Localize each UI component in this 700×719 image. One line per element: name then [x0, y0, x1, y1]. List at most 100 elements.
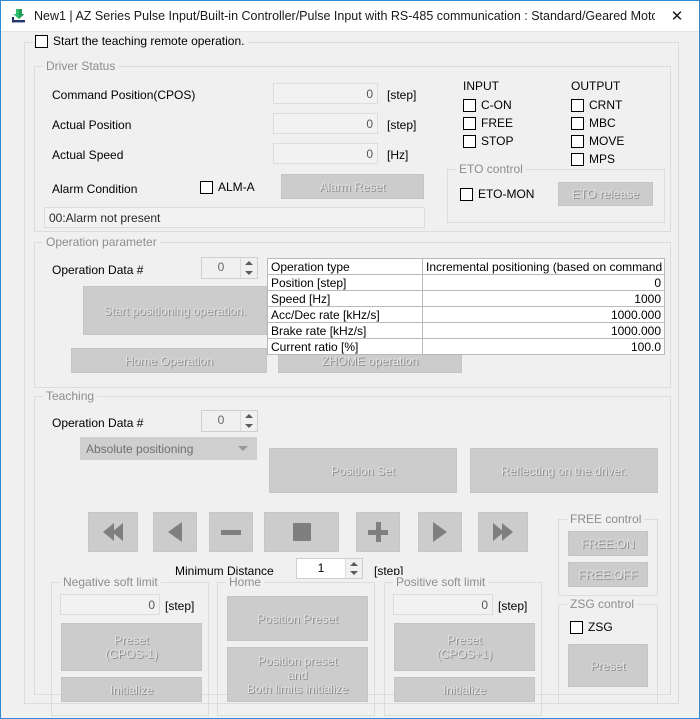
op-param-stepper-down[interactable]: [241, 268, 257, 278]
param-value[interactable]: 1000.000: [423, 323, 665, 339]
eto-control-group: ETO control ETO-MON ETO release: [447, 169, 665, 223]
minus-icon[interactable]: [209, 512, 253, 552]
param-key: Acc/Dec rate [kHz/s]: [268, 307, 423, 323]
title-bar: New1 | AZ Series Pulse Input/Built-in Co…: [1, 1, 699, 32]
zsg-row[interactable]: ZSG: [570, 620, 613, 634]
table-row[interactable]: Current ratio [%] 100.0: [268, 339, 665, 355]
minimum-distance-stepper-up[interactable]: [346, 559, 362, 569]
mbc-checkbox[interactable]: [571, 117, 584, 130]
position-set-button[interactable]: Position Set: [269, 448, 457, 493]
reflect-on-driver-button[interactable]: Reflecting on the driver.: [470, 448, 658, 493]
param-value[interactable]: Incremental positioning (based on comman…: [423, 259, 665, 275]
application-window: New1 | AZ Series Pulse Input/Built-in Co…: [0, 0, 700, 719]
actual-position-field: 0: [273, 113, 378, 134]
negative-soft-limit-preset-button[interactable]: Preset (CPOS-1): [61, 623, 202, 671]
home-operation-button[interactable]: Home Operation: [71, 348, 267, 373]
move-label: MOVE: [589, 134, 624, 148]
param-value[interactable]: 1000.000: [423, 307, 665, 323]
table-row[interactable]: Position [step] 0: [268, 275, 665, 291]
teaching-remote-header[interactable]: Start the teaching remote operation.: [33, 34, 248, 48]
alarm-reset-button[interactable]: Alarm Reset: [281, 174, 424, 199]
output-move-row[interactable]: MOVE: [571, 134, 624, 148]
command-position-label: Command Position(CPOS): [52, 88, 195, 102]
minimum-distance-stepper-buttons[interactable]: [345, 559, 362, 578]
stop-glyph: [293, 523, 311, 541]
fast-forward-icon[interactable]: [478, 512, 528, 552]
minimum-distance-stepper-down[interactable]: [346, 569, 362, 579]
output-crnt-row[interactable]: CRNT: [571, 98, 622, 112]
teaching-data-number-stepper[interactable]: 0: [201, 410, 258, 432]
positive-soft-limit-title: Positive soft limit: [393, 575, 488, 589]
play-icon[interactable]: [418, 512, 462, 552]
alarm-condition-label: Alarm Condition: [52, 182, 137, 196]
alarm-message-field: 00:Alarm not present: [44, 207, 425, 228]
motor-app-icon: [11, 8, 27, 24]
zsg-label: ZSG: [588, 620, 613, 634]
positive-soft-limit-preset-button[interactable]: Preset (CPOS+1): [394, 623, 535, 671]
param-key: Brake rate [kHz/s]: [268, 323, 423, 339]
mps-checkbox[interactable]: [571, 153, 584, 166]
rewind-icon[interactable]: [153, 512, 197, 552]
table-row[interactable]: Acc/Dec rate [kHz/s] 1000.000: [268, 307, 665, 323]
param-value[interactable]: 1000: [423, 291, 665, 307]
param-value[interactable]: 0: [423, 275, 665, 291]
stop-icon[interactable]: [264, 512, 339, 552]
positive-soft-limit-initialize-button[interactable]: Initialize: [394, 677, 535, 702]
op-param-stepper-up[interactable]: [241, 258, 257, 268]
table-row[interactable]: Operation type Incremental positioning (…: [268, 259, 665, 275]
output-mps-row[interactable]: MPS: [571, 152, 615, 166]
fast-rewind-icon[interactable]: [88, 512, 138, 552]
teaching-stepper-up[interactable]: [241, 411, 257, 421]
op-param-stepper-buttons[interactable]: [240, 258, 257, 278]
eto-mon-checkbox[interactable]: [460, 188, 473, 201]
teaching-group: Teaching Operation Data # 0 Absolute pos…: [34, 396, 671, 695]
table-row[interactable]: Brake rate [kHz/s] 1000.000: [268, 323, 665, 339]
plus-icon[interactable]: [356, 512, 400, 552]
negative-soft-limit-field[interactable]: 0: [60, 594, 160, 615]
alm-a-checkbox[interactable]: [200, 181, 213, 194]
teaching-stepper-buttons[interactable]: [240, 411, 257, 431]
negative-soft-limit-title: Negative soft limit: [60, 575, 161, 589]
move-checkbox[interactable]: [571, 135, 584, 148]
start-teaching-remote-checkbox[interactable]: [35, 35, 48, 48]
param-value[interactable]: 100.0: [423, 339, 665, 355]
positioning-mode-select[interactable]: Absolute positioning: [80, 437, 257, 460]
operation-parameter-title: Operation parameter: [43, 235, 160, 249]
input-free-row[interactable]: FREE: [463, 116, 513, 130]
minimum-distance-stepper[interactable]: 1: [296, 558, 363, 579]
input-stop-row[interactable]: STOP: [463, 134, 513, 148]
teaching-stepper-down[interactable]: [241, 421, 257, 431]
start-positioning-operation-button[interactable]: Start positioning operation.: [83, 286, 267, 335]
crnt-checkbox[interactable]: [571, 99, 584, 112]
free-checkbox[interactable]: [463, 117, 476, 130]
zsg-control-title: ZSG control: [567, 597, 637, 611]
table-row[interactable]: Speed [Hz] 1000: [268, 291, 665, 307]
eto-mon-row[interactable]: ETO-MON: [460, 187, 534, 201]
free-on-button[interactable]: FREE:ON: [568, 531, 648, 556]
alm-a-row[interactable]: ALM-A: [200, 180, 255, 194]
command-position-field: 0: [273, 83, 378, 104]
input-c-on-row[interactable]: C-ON: [463, 98, 512, 112]
negative-soft-limit-initialize-button[interactable]: Initialize: [61, 677, 202, 702]
play-glyph: [433, 522, 447, 542]
stop-checkbox[interactable]: [463, 135, 476, 148]
position-preset-button[interactable]: Position Preset: [227, 596, 368, 641]
close-icon[interactable]: ✕: [655, 2, 699, 31]
start-teaching-remote-label: Start the teaching remote operation.: [53, 34, 244, 48]
output-mbc-row[interactable]: MBC: [571, 116, 616, 130]
zsg-preset-button[interactable]: Preset: [568, 644, 648, 687]
zsg-control-group: ZSG control ZSG Preset: [558, 604, 658, 704]
actual-position-unit: [step]: [387, 118, 416, 132]
command-position-unit: [step]: [387, 88, 416, 102]
eto-release-button[interactable]: ETO release: [558, 182, 653, 206]
operation-parameter-group: Operation parameter Operation Data # 0 S…: [34, 242, 671, 388]
positive-soft-limit-field[interactable]: 0: [393, 594, 493, 615]
positioning-mode-value: Absolute positioning: [86, 442, 193, 456]
position-preset-both-limits-button[interactable]: Position preset and Both limits initiali…: [227, 647, 368, 702]
param-key: Operation type: [268, 259, 423, 275]
zsg-checkbox[interactable]: [570, 621, 583, 634]
home-title: Home: [226, 575, 264, 589]
c-on-checkbox[interactable]: [463, 99, 476, 112]
op-param-data-number-stepper[interactable]: 0: [201, 257, 258, 279]
free-off-button[interactable]: FREE:OFF: [568, 562, 648, 587]
